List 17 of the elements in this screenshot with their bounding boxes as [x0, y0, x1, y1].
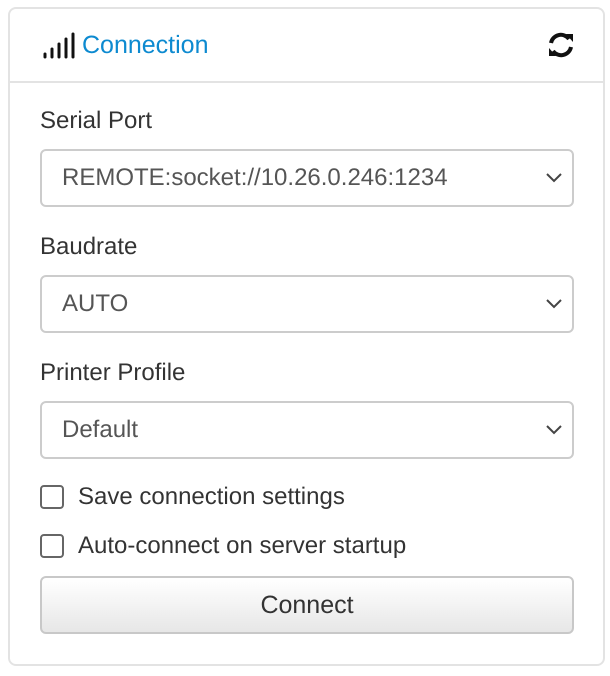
- checkbox-label: Auto-connect on server startup: [78, 532, 406, 560]
- dropdown[interactable]: REMOTE:socket://10.26.0.246:1234: [40, 149, 574, 207]
- field-label: Serial Port: [40, 107, 154, 135]
- checkbox[interactable]: [40, 485, 64, 509]
- field-label: Printer Profile: [40, 359, 186, 387]
- connect-button[interactable]: Connect: [40, 576, 574, 634]
- refresh-icon[interactable]: [547, 31, 575, 59]
- signal-icon: [42, 31, 76, 59]
- field-label: Baudrate: [40, 233, 138, 261]
- chevron-icon: [546, 173, 562, 183]
- dropdown[interactable]: AUTO: [40, 275, 574, 333]
- checkbox-label: Save connection settings: [78, 483, 345, 511]
- checkbox[interactable]: [40, 534, 64, 558]
- panel-title: Connection: [82, 30, 210, 60]
- chevron-icon: [546, 299, 562, 309]
- dropdown[interactable]: Default: [40, 401, 574, 459]
- chevron-icon: [546, 425, 562, 435]
